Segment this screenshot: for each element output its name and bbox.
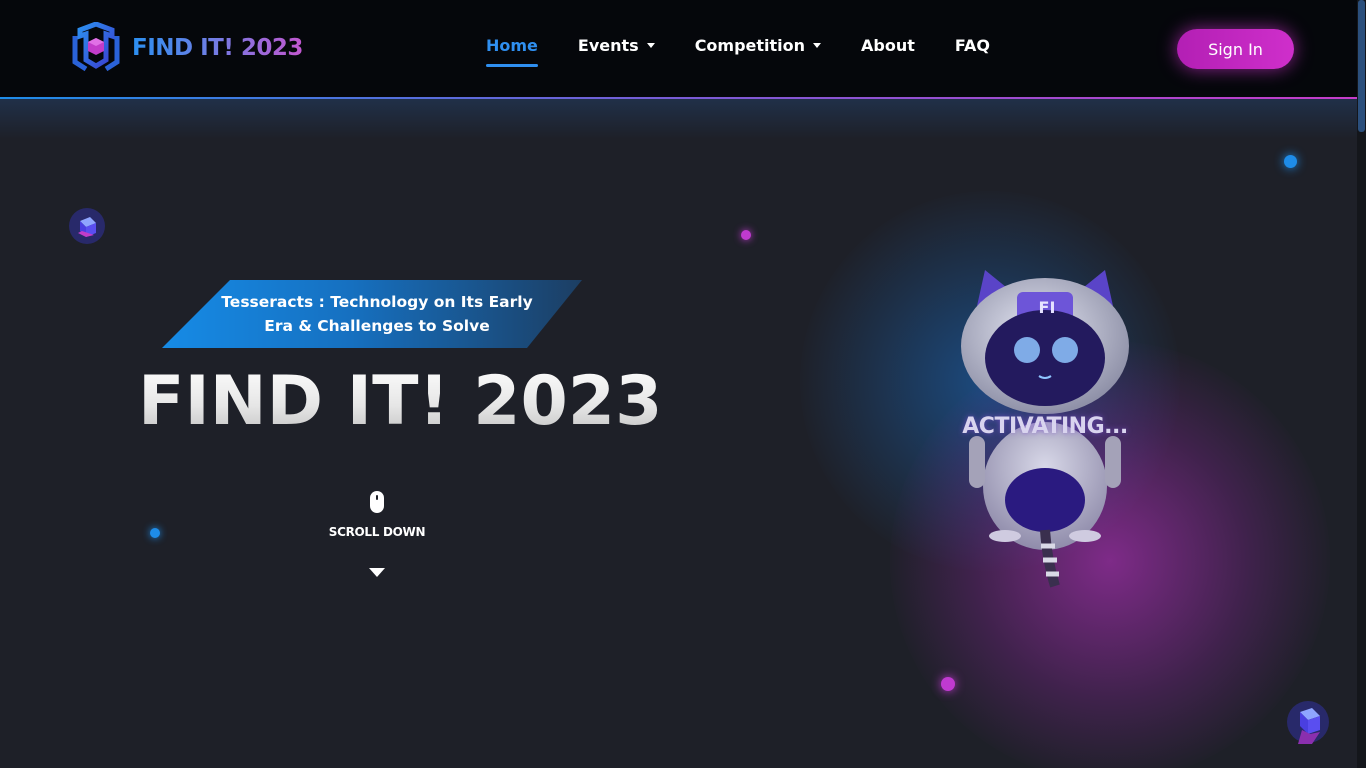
hero-tagline-banner: Tesseracts : Technology on Its Early Era… — [162, 280, 582, 348]
mascot-status-text: ACTIVATING... — [962, 414, 1128, 439]
brand-name: FIND IT! 2023 — [132, 35, 303, 61]
brand[interactable]: FIND IT! 2023 — [72, 21, 303, 74]
arrow-down-icon[interactable] — [369, 568, 385, 577]
caret-down-icon — [646, 42, 655, 48]
nav-item-label: Home — [486, 35, 538, 55]
nav-item-home[interactable]: Home — [486, 34, 538, 67]
decor-dot — [941, 677, 955, 691]
floating-cube-icon — [1286, 700, 1332, 756]
nav-item-label: About — [861, 35, 915, 55]
decor-dot — [741, 230, 751, 240]
hero-tagline: Tesseracts : Technology on Its Early Era… — [221, 293, 533, 335]
nav-item-label: Events — [577, 35, 639, 55]
navbar-glow — [0, 99, 1366, 139]
nav-item-label: Competition — [694, 35, 806, 55]
floating-cube-icon — [68, 207, 106, 249]
mascot-badge: FI — [1038, 298, 1056, 317]
caret-down-icon — [813, 42, 822, 48]
nav-item-label: FAQ — [954, 35, 990, 55]
navbar: FIND IT! 2023 Home Events Competition Ab… — [0, 0, 1366, 99]
hero-title: FIND IT! 2023 — [138, 362, 663, 441]
nav-item-faq[interactable]: FAQ — [955, 34, 990, 56]
decor-dot — [150, 528, 160, 538]
decor-dot — [1284, 155, 1297, 168]
nav-item-about[interactable]: About — [861, 34, 915, 56]
scrollbar-thumb[interactable] — [1358, 0, 1365, 132]
mouse-icon[interactable] — [370, 491, 384, 513]
nav-item-events[interactable]: Events — [578, 34, 655, 56]
scroll-down-label[interactable]: SCROLL DOWN — [320, 525, 434, 539]
sign-in-button[interactable]: Sign In — [1177, 29, 1294, 69]
nav-links: Home Events Competition About FAQ — [486, 34, 990, 67]
cube-logo-icon — [72, 21, 120, 74]
nav-item-competition[interactable]: Competition — [694, 34, 822, 56]
